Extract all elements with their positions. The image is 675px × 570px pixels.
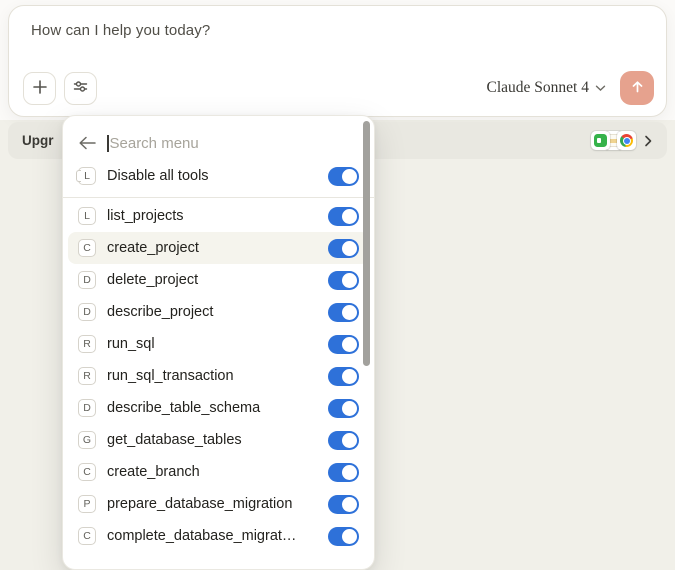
disable-all-tools-label: Disable all tools: [107, 168, 317, 184]
tool-badge: G: [78, 431, 96, 449]
tool-toggle[interactable]: [328, 495, 359, 514]
chat-composer[interactable]: How can I help you today? Claude Sonnet …: [8, 5, 667, 117]
tool-toggle[interactable]: [328, 239, 359, 258]
tool-list: L list_projects C create_project D delet…: [63, 200, 374, 552]
arrow-up-icon: [630, 79, 645, 97]
tools-menu: L Disable all tools L list_projects C cr…: [62, 115, 375, 570]
tool-toggle[interactable]: [328, 207, 359, 226]
tool-badge: D: [78, 303, 96, 321]
chevron-down-icon: [595, 79, 606, 97]
upgrade-banner-text: Upgr: [22, 133, 54, 148]
menu-search-row[interactable]: [63, 126, 374, 160]
model-selector-label: Claude Sonnet 4: [487, 79, 589, 97]
tool-label: get_database_tables: [107, 432, 317, 448]
tool-badge: C: [78, 239, 96, 257]
tool-row[interactable]: P prepare_database_migration: [68, 488, 369, 520]
green-app-icon: [591, 131, 610, 150]
plus-icon: [32, 79, 48, 98]
tool-label: run_sql_transaction: [107, 368, 317, 384]
tool-toggle[interactable]: [328, 303, 359, 322]
text-caret: [107, 135, 109, 152]
tool-label: delete_project: [107, 272, 317, 288]
menu-divider: [63, 197, 374, 198]
tool-row[interactable]: D describe_project: [68, 296, 369, 328]
tool-label: complete_database_migrat…: [107, 528, 317, 544]
tool-badge: C: [78, 527, 96, 545]
back-arrow-icon[interactable]: [78, 136, 96, 150]
tool-badge: P: [78, 495, 96, 513]
chrome-icon: [617, 131, 636, 150]
tool-badge: D: [78, 271, 96, 289]
tool-row[interactable]: C create_branch: [68, 456, 369, 488]
composer-toolbar: Claude Sonnet 4: [23, 71, 654, 105]
menu-scrollbar-thumb[interactable]: [363, 121, 370, 366]
tool-label: describe_project: [107, 304, 317, 320]
tool-badge: C: [78, 463, 96, 481]
tool-badge: R: [78, 335, 96, 353]
tool-row[interactable]: G get_database_tables: [68, 424, 369, 456]
tool-row[interactable]: R run_sql: [68, 328, 369, 360]
tool-toggle[interactable]: [328, 367, 359, 386]
search-input[interactable]: [110, 135, 360, 152]
chevron-right-icon[interactable]: [641, 134, 655, 148]
tool-label: create_branch: [107, 464, 317, 480]
tool-row[interactable]: D describe_table_schema: [68, 392, 369, 424]
tool-badge: L: [78, 207, 96, 225]
composer-placeholder[interactable]: How can I help you today?: [31, 22, 210, 39]
tool-toggle[interactable]: [328, 463, 359, 482]
tool-toggle[interactable]: [328, 399, 359, 418]
send-button[interactable]: [620, 71, 654, 105]
tool-label: describe_table_schema: [107, 400, 317, 416]
tool-row[interactable]: L list_projects: [68, 200, 369, 232]
tool-label: list_projects: [107, 208, 317, 224]
tool-row[interactable]: C create_project: [68, 232, 369, 264]
tool-row[interactable]: D delete_project: [68, 264, 369, 296]
tool-badge: L: [78, 167, 96, 185]
tool-label: prepare_database_migration: [107, 496, 317, 512]
model-selector[interactable]: Claude Sonnet 4: [487, 79, 606, 97]
tools-settings-button[interactable]: [64, 72, 97, 105]
tool-row[interactable]: R run_sql_transaction: [68, 360, 369, 392]
attach-plus-button[interactable]: [23, 72, 56, 105]
sliders-icon: [72, 78, 89, 98]
banner-apps: [591, 131, 655, 150]
disable-all-tools-row[interactable]: L Disable all tools: [68, 160, 369, 192]
tool-row[interactable]: C complete_database_migrat…: [68, 520, 369, 552]
tool-label: create_project: [107, 240, 317, 256]
tool-badge: R: [78, 367, 96, 385]
tool-toggle[interactable]: [328, 527, 359, 546]
tool-toggle[interactable]: [328, 431, 359, 450]
tool-label: run_sql: [107, 336, 317, 352]
tool-toggle[interactable]: [328, 271, 359, 290]
connected-app-tiles: [591, 131, 636, 150]
tool-badge: D: [78, 399, 96, 417]
disable-all-tools-toggle[interactable]: [328, 167, 359, 186]
tool-toggle[interactable]: [328, 335, 359, 354]
